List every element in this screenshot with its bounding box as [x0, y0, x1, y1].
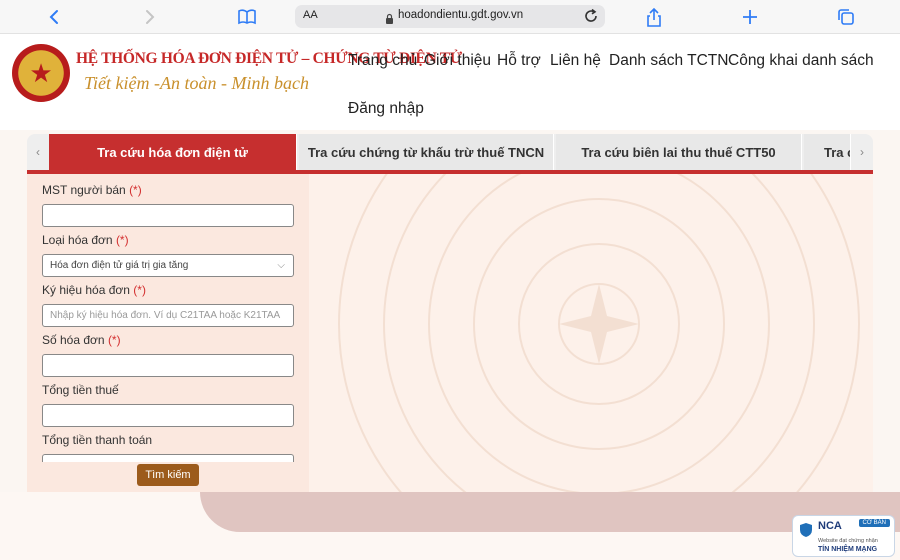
- reload-icon[interactable]: [583, 8, 599, 29]
- search-button[interactable]: Tìm kiếm: [137, 464, 199, 486]
- site-header: ★ HỆ THỐNG HÓA ĐƠN ĐIỆN TỬ – CHỨNG TỪ ĐI…: [0, 34, 900, 130]
- chevron-down-icon: ⌵: [277, 260, 285, 271]
- forward-icon[interactable]: [138, 5, 162, 29]
- tab-scroll-right-icon[interactable]: ›: [851, 134, 873, 170]
- nca-name: NCA: [818, 520, 842, 532]
- kyhieu-label: Ký hiệu hóa đơn (*): [42, 283, 146, 297]
- mst-input[interactable]: [42, 204, 294, 227]
- thanhtoan-input[interactable]: [42, 454, 294, 462]
- bookmarks-icon[interactable]: [235, 5, 259, 29]
- tab-scroll-left-icon[interactable]: ‹: [27, 134, 49, 170]
- nav-danh-sach-tctn[interactable]: Danh sách TCTN: [609, 52, 728, 70]
- nca-level: CƠ BẢN: [858, 519, 890, 527]
- tienthue-input[interactable]: [42, 404, 294, 427]
- tab-partial[interactable]: Tra c: [804, 134, 851, 170]
- tabs-overview-icon[interactable]: [834, 5, 858, 29]
- nca-trust-badge[interactable]: NCA CƠ BẢN Website đạt chứng nhận TÍN NH…: [792, 515, 895, 557]
- nav-ho-tro[interactable]: Hỗ trợ: [497, 52, 541, 70]
- new-tab-icon[interactable]: [738, 5, 762, 29]
- bronze-drum-background: [309, 174, 873, 492]
- search-form: MST người bán (*) Loại hóa đơn (*) Hóa đ…: [27, 174, 309, 492]
- mst-label-text: MST người bán: [42, 183, 126, 197]
- kyhieu-label-text: Ký hiệu hóa đơn: [42, 283, 130, 297]
- loai-selected-value: Hóa đơn điện tử giá trị gia tăng: [50, 260, 189, 271]
- nav-trang-chu[interactable]: Trang chủ: [348, 52, 417, 70]
- loai-label-text: Loại hóa đơn: [42, 233, 113, 247]
- loai-label: Loại hóa đơn (*): [42, 233, 129, 247]
- so-input[interactable]: [42, 354, 294, 377]
- required-mark: (*): [115, 233, 129, 247]
- kyhieu-input[interactable]: Nhập ký hiệu hóa đơn. Ví dụ C21TAA hoặc …: [42, 304, 294, 327]
- browser-toolbar: AA hoadondientu.gdt.gov.vn: [0, 0, 900, 34]
- shield-icon: [800, 523, 812, 537]
- mst-label: MST người bán (*): [42, 183, 142, 197]
- tab-tra-cuu-chung-tu-tncn[interactable]: Tra cứu chứng từ khấu trừ thuế TNCN: [299, 134, 554, 170]
- required-mark: (*): [129, 183, 142, 197]
- required-mark: (*): [133, 283, 146, 297]
- nav-lien-he[interactable]: Liên hệ: [550, 52, 601, 70]
- tab-tra-cuu-bien-lai[interactable]: Tra cứu biên lai thu thuế CTT50: [556, 134, 802, 170]
- site-slogan: Tiết kiệm -An toàn - Minh bạch: [84, 73, 309, 93]
- url-text: hoadondientu.gdt.gov.vn: [398, 9, 524, 21]
- star-icon: ★: [29, 58, 53, 88]
- loai-select[interactable]: Hóa đơn điện tử giá trị gia tăng ⌵: [42, 254, 294, 277]
- back-icon[interactable]: [42, 5, 66, 29]
- address-bar[interactable]: AA hoadondientu.gdt.gov.vn: [295, 5, 605, 28]
- so-label: Số hóa đơn (*): [42, 333, 121, 347]
- lookup-tabs: ‹ Tra cứu hóa đơn điện tử Tra cứu chứng …: [27, 134, 873, 170]
- nav-login[interactable]: Đăng nhập: [348, 100, 424, 118]
- lock-icon: [385, 11, 394, 29]
- share-icon[interactable]: [642, 5, 666, 29]
- nav-gioi-thieu[interactable]: Giới thiệu: [424, 52, 491, 70]
- tienthue-label: Tổng tiền thuế: [42, 383, 119, 397]
- lookup-content: MST người bán (*) Loại hóa đơn (*) Hóa đ…: [27, 174, 873, 492]
- nca-trust-text: TÍN NHIỆM MẠNG: [818, 546, 878, 553]
- tab-tra-cuu-hoa-don[interactable]: Tra cứu hóa đơn điện tử: [49, 134, 297, 170]
- nav-cong-khai-danh-sach[interactable]: Công khai danh sách: [728, 52, 874, 70]
- so-label-text: Số hóa đơn: [42, 333, 105, 347]
- required-mark: (*): [107, 333, 121, 347]
- text-size-button[interactable]: AA: [303, 9, 318, 21]
- national-emblem-logo[interactable]: ★: [12, 44, 70, 102]
- nca-subtitle: Website đạt chứng nhận: [818, 538, 878, 544]
- thanhtoan-label: Tổng tiền thanh toán: [42, 433, 153, 447]
